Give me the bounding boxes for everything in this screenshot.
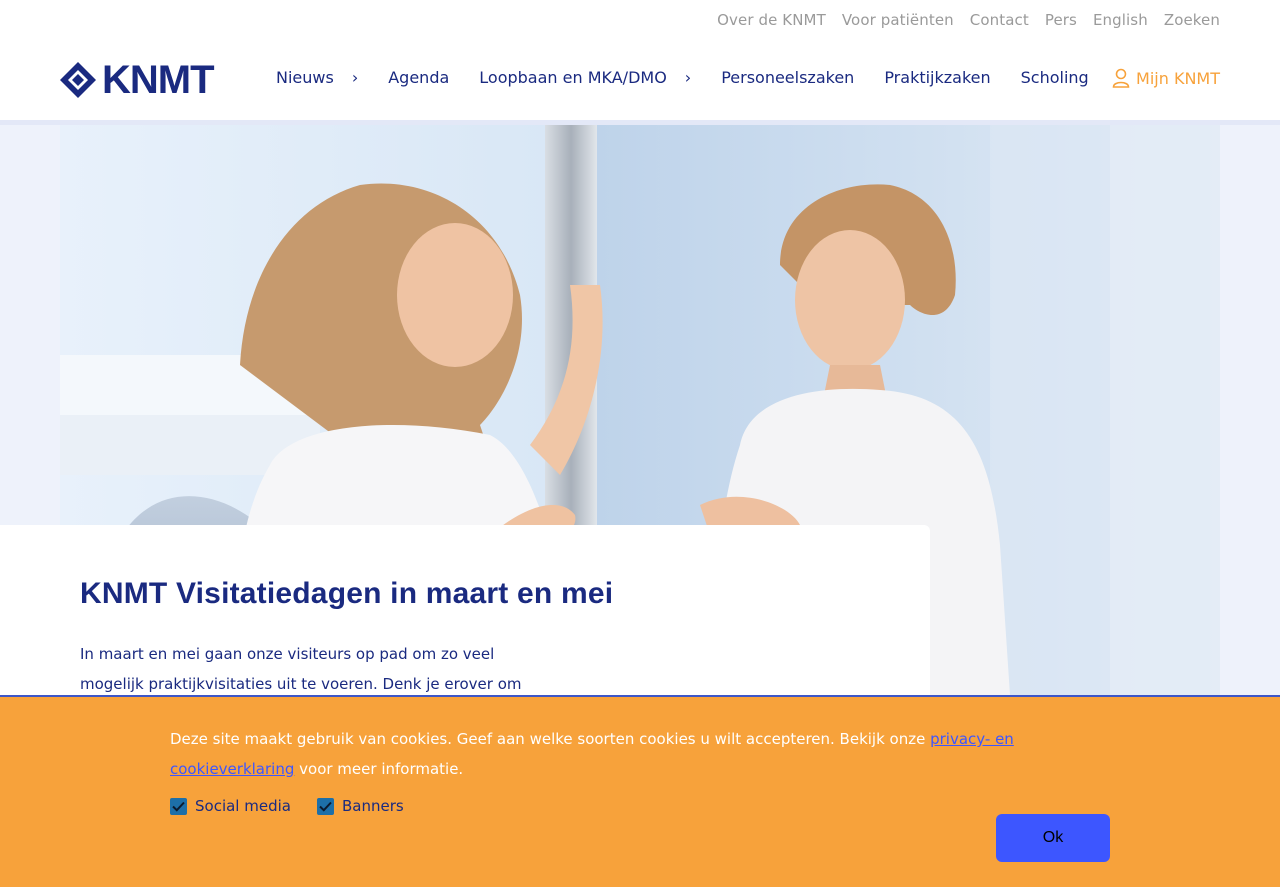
nav-item-label: Loopbaan en MKA/DMO [479,68,667,87]
logo-diamond-icon [60,62,96,98]
cookie-option-label: Banners [341,797,404,815]
cookie-banner: Deze site maakt gebruik van cookies. Gee… [0,695,1280,887]
utility-link-over[interactable]: Over de KNMT [717,11,826,29]
nav-item-label: Scholing [1020,68,1089,87]
chevron-right-icon[interactable]: › [685,68,691,87]
account-label: Mijn KNMT [1136,68,1220,88]
nav-item-agenda[interactable]: Agenda [388,68,449,87]
nav-item-label: Personeelszaken [721,68,855,87]
site-header: KNMT Nieuws › Agenda Loopbaan en MKA/DMO… [0,40,1280,120]
nav-item-scholing[interactable]: Scholing [1021,68,1089,87]
cookie-text-before: Deze site maakt gebruik van cookies. Gee… [170,730,931,748]
checkbox-checked-icon[interactable] [170,797,187,815]
cookie-option-banners[interactable]: Banners [316,797,404,815]
user-icon [1112,68,1130,88]
nav-item-label: Agenda [388,68,450,87]
account-link[interactable]: Mijn KNMT [1112,68,1220,88]
checkbox-checked-icon[interactable] [316,797,334,815]
utility-link-contact[interactable]: Contact [970,11,1029,29]
cookie-option-social-media[interactable]: Social media [170,797,291,815]
cookie-text-after: voor meer informatie. [294,760,464,778]
site-logo[interactable]: KNMT [60,58,215,102]
nav-item-loopbaan[interactable]: Loopbaan en MKA/DMO › [479,68,691,87]
utility-link-zoeken[interactable]: Zoeken [1164,11,1220,29]
nav-item-label: Nieuws [276,68,334,87]
nav-item-praktijkzaken[interactable]: Praktijkzaken [884,68,990,87]
nav-item-label: Praktijkzaken [884,68,991,87]
utility-link-patienten[interactable]: Voor patiënten [842,11,954,29]
chevron-right-icon[interactable]: › [352,68,358,87]
cookie-message: Deze site maakt gebruik van cookies. Gee… [170,724,1130,784]
nav-item-nieuws[interactable]: Nieuws › [276,68,358,87]
main-nav: Nieuws › Agenda Loopbaan en MKA/DMO › Pe… [276,68,1119,87]
article-title[interactable]: KNMT Visitatiedagen in maart en mei [80,577,613,611]
utility-nav: Over de KNMT Voor patiënten Contact Pers… [717,0,1220,40]
logo-wordmark: KNMT [102,58,215,102]
cookie-ok-button[interactable]: Ok [996,814,1110,862]
utility-link-pers[interactable]: Pers [1045,11,1077,29]
utility-link-english[interactable]: English [1093,11,1148,29]
cookie-options: Social media Banners [170,797,404,815]
nav-item-personeelszaken[interactable]: Personeelszaken [721,68,854,87]
cookie-option-label: Social media [195,797,291,815]
